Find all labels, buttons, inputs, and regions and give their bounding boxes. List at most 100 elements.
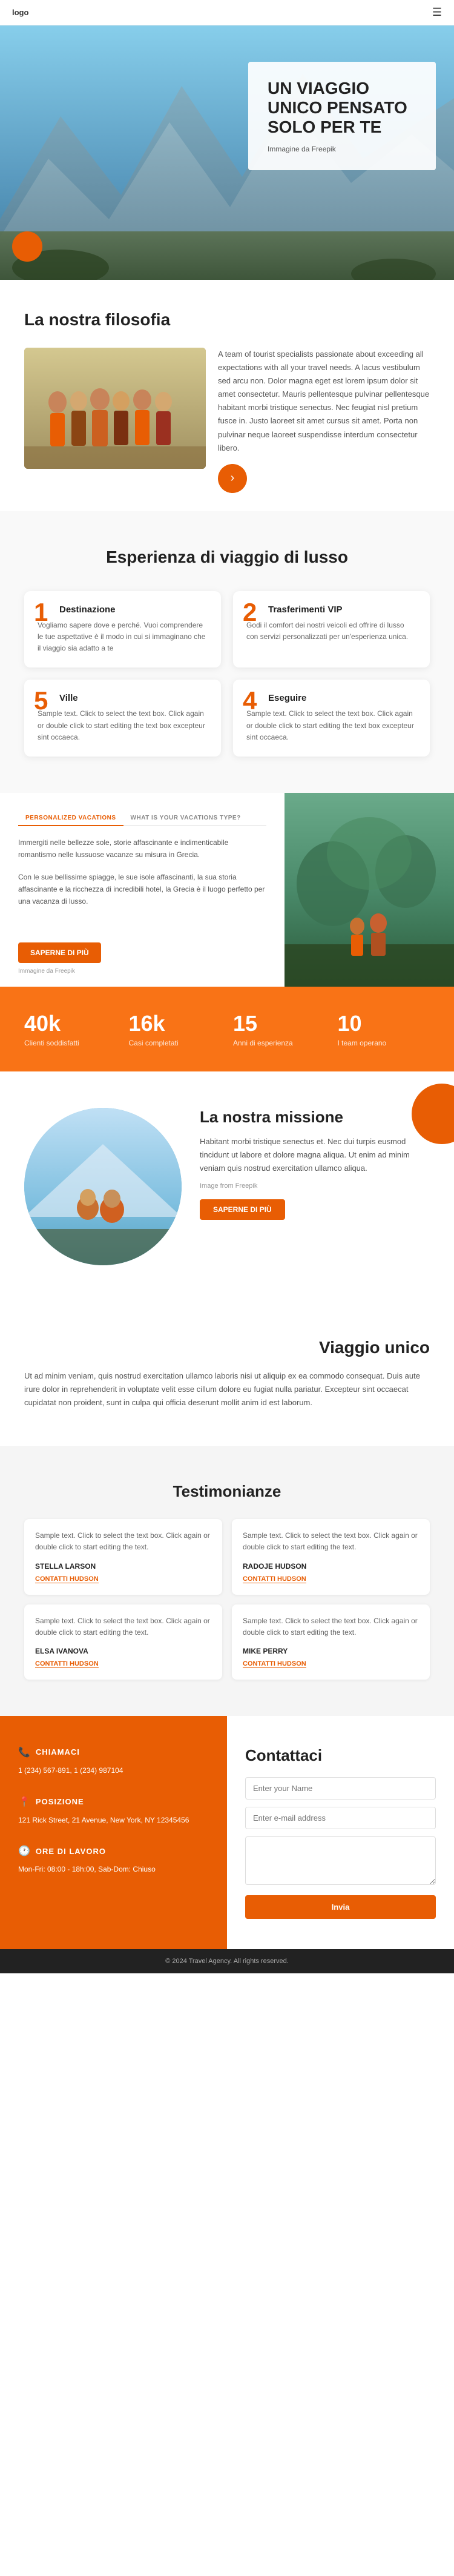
contact-hours-title: 🕐 ORE DI LAVORO xyxy=(18,1845,209,1857)
esp-num-2: 2 xyxy=(243,600,257,625)
viaggio-title: Viaggio unico xyxy=(24,1338,430,1357)
navbar: logo ☰ xyxy=(0,0,454,25)
hero-overlay: UN VIAGGIO UNICO PENSATO SOLO PER TE Imm… xyxy=(248,62,436,170)
testimonianze-title: Testimonianze xyxy=(24,1482,430,1501)
esperienza-inner: Esperienza di viaggio di lusso 1 Destina… xyxy=(0,511,454,793)
location-icon: 📍 xyxy=(18,1796,31,1808)
pers-tab-1[interactable]: PERSONALIZED VACATIONS xyxy=(18,811,123,826)
testimonianze-grid: Sample text. Click to select the text bo… xyxy=(24,1519,430,1680)
filosofia-title: La nostra filosofia xyxy=(24,310,430,329)
test-card-text-3: Sample text. Click to select the text bo… xyxy=(35,1615,211,1638)
esperienza-grid: 1 Destinazione Vogliamo sapere dove e pe… xyxy=(24,591,430,757)
mission-btn[interactable]: SAPERNE DI PIÙ xyxy=(200,1199,285,1220)
contact-hours: 🕐 ORE DI LAVORO Mon-Fri: 08:00 - 18h:00,… xyxy=(18,1845,209,1876)
esp-card-title-2: Trasferimenti VIP xyxy=(268,604,416,615)
mission-image xyxy=(24,1108,182,1265)
test-card-btn-1[interactable]: CONTATTI HUDSON xyxy=(35,1575,99,1583)
contact-right: Contattaci Invia xyxy=(227,1716,454,1949)
contact-phone-number: 1 (234) 567-891, 1 (234) 987104 xyxy=(18,1764,209,1778)
menu-icon[interactable]: ☰ xyxy=(432,6,442,19)
footer: © 2024 Travel Agency. All rights reserve… xyxy=(0,1949,454,1973)
stat-num-4: 10 xyxy=(338,1011,430,1036)
esp-card-title-4: Eseguire xyxy=(268,693,416,703)
contact-message-input[interactable] xyxy=(245,1836,436,1885)
esp-card-4: 4 Eseguire Sample text. Click to select … xyxy=(233,680,430,757)
esp-num-1: 1 xyxy=(34,600,48,625)
esp-card-text-3: Sample text. Click to select the text bo… xyxy=(38,708,208,743)
contact-hours-text: Mon-Fri: 08:00 - 18h:00, Sab-Dom: Chiuso xyxy=(18,1863,209,1876)
stat-num-1: 40k xyxy=(24,1011,117,1036)
contact-form: Invia xyxy=(245,1777,436,1919)
stat-4: 10 I team operano xyxy=(338,1011,430,1047)
hero-section: UN VIAGGIO UNICO PENSATO SOLO PER TE Imm… xyxy=(0,25,454,280)
filosofia-section: La nostra filosofia xyxy=(0,280,454,511)
personalized-right-image xyxy=(285,793,454,987)
pers-tab-2[interactable]: WHAT IS YOUR VACATIONS TYPE? xyxy=(123,811,248,825)
test-card-btn-4[interactable]: CONTATTI HUDSON xyxy=(243,1660,306,1668)
stats-section: 40k Clienti soddisfatti 16k Casi complet… xyxy=(0,987,454,1071)
esperienza-title: Esperienza di viaggio di lusso xyxy=(24,548,430,567)
hero-orange-dot xyxy=(12,231,42,262)
esperienza-section: Esperienza di viaggio di lusso 1 Destina… xyxy=(0,511,454,793)
pers-body-text: Con le sue bellissime spiagge, le sue is… xyxy=(18,872,266,907)
mission-text: Habitant morbi tristique senectus et. Ne… xyxy=(200,1135,430,1175)
esp-card-2: 2 Trasferimenti VIP Godi il comfort dei … xyxy=(233,591,430,668)
test-card-3: Sample text. Click to select the text bo… xyxy=(24,1604,222,1680)
stat-num-2: 16k xyxy=(129,1011,222,1036)
filosofia-grid: A team of tourist specialists passionate… xyxy=(24,348,430,493)
esp-card-1: 1 Destinazione Vogliamo sapere dove e pe… xyxy=(24,591,221,668)
test-card-name-4: MIKE PERRY xyxy=(243,1647,419,1655)
contact-name-input[interactable] xyxy=(245,1777,436,1800)
stat-label-1: Clienti soddisfatti xyxy=(24,1039,117,1047)
mission-section: La nostra missione Habitant morbi tristi… xyxy=(0,1071,454,1302)
pers-tabs: PERSONALIZED VACATIONS WHAT IS YOUR VACA… xyxy=(18,811,266,826)
personalized-section: PERSONALIZED VACATIONS WHAT IS YOUR VACA… xyxy=(0,793,454,987)
test-card-name-2: RADOJE HUDSON xyxy=(243,1562,419,1571)
esp-num-4: 4 xyxy=(243,688,257,714)
logo: logo xyxy=(12,8,28,17)
test-card-btn-2[interactable]: CONTATTI HUDSON xyxy=(243,1575,306,1583)
stat-label-3: Anni di esperienza xyxy=(233,1039,326,1047)
stat-label-2: Casi completati xyxy=(129,1039,222,1047)
test-card-4: Sample text. Click to select the text bo… xyxy=(232,1604,430,1680)
filosofia-content: A team of tourist specialists passionate… xyxy=(218,348,430,493)
contact-location: 📍 POSIZIONE 121 Rick Street, 21 Avenue, … xyxy=(18,1796,209,1827)
test-card-text-2: Sample text. Click to select the text bo… xyxy=(243,1530,419,1553)
testimonianze-section: Testimonianze Sample text. Click to sele… xyxy=(0,1446,454,1716)
esp-card-text-1: Vogliamo sapere dove e perché. Vuoi comp… xyxy=(38,620,208,655)
test-card-name-3: ELSA IVANOVA xyxy=(35,1647,211,1655)
contact-phone: 📞 CHIAMACI 1 (234) 567-891, 1 (234) 9871… xyxy=(18,1746,209,1778)
test-card-text-4: Sample text. Click to select the text bo… xyxy=(243,1615,419,1638)
contact-location-text: 121 Rick Street, 21 Avenue, New York, NY… xyxy=(18,1814,209,1827)
hero-title: UN VIAGGIO UNICO PENSATO SOLO PER TE xyxy=(268,79,416,137)
stat-2: 16k Casi completati xyxy=(129,1011,222,1047)
esp-card-3: 5 Ville Sample text. Click to select the… xyxy=(24,680,221,757)
pers-title-text: Immergiti nelle bellezze sole, storie af… xyxy=(18,837,266,861)
test-card-name-1: STELLA LARSON xyxy=(35,1562,211,1571)
contact-phone-title: 📞 CHIAMACI xyxy=(18,1746,209,1758)
clock-icon: 🕐 xyxy=(18,1845,31,1857)
hero-source: Immagine da Freepik xyxy=(268,145,416,153)
esp-card-title-3: Ville xyxy=(59,693,208,703)
filosofia-text: A team of tourist specialists passionate… xyxy=(218,348,430,455)
pers-cta-button[interactable]: SAPERNE DI PIÙ xyxy=(18,942,101,963)
test-card-1: Sample text. Click to select the text bo… xyxy=(24,1519,222,1594)
esp-card-text-4: Sample text. Click to select the text bo… xyxy=(246,708,416,743)
pers-source: Immagine da Freepik xyxy=(18,968,266,975)
mission-source: Image from Freepik xyxy=(200,1182,430,1190)
viaggio-text: Ut ad minim veniam, quis nostrud exercit… xyxy=(24,1369,430,1409)
filosofia-arrow-btn[interactable]: › xyxy=(218,464,247,493)
contact-left: 📞 CHIAMACI 1 (234) 567-891, 1 (234) 9871… xyxy=(0,1716,227,1949)
contact-email-input[interactable] xyxy=(245,1807,436,1829)
stat-1: 40k Clienti soddisfatti xyxy=(24,1011,117,1047)
contact-submit-button[interactable]: Invia xyxy=(245,1895,436,1919)
stat-label-4: I team operano xyxy=(338,1039,430,1047)
stats-grid: 40k Clienti soddisfatti 16k Casi complet… xyxy=(24,1011,430,1047)
test-card-text-1: Sample text. Click to select the text bo… xyxy=(35,1530,211,1553)
test-card-btn-3[interactable]: CONTATTI HUDSON xyxy=(35,1660,99,1668)
contact-section: 📞 CHIAMACI 1 (234) 567-891, 1 (234) 9871… xyxy=(0,1716,454,1949)
test-card-2: Sample text. Click to select the text bo… xyxy=(232,1519,430,1594)
personalized-left: PERSONALIZED VACATIONS WHAT IS YOUR VACA… xyxy=(0,793,285,987)
phone-icon: 📞 xyxy=(18,1746,31,1758)
stat-num-3: 15 xyxy=(233,1011,326,1036)
